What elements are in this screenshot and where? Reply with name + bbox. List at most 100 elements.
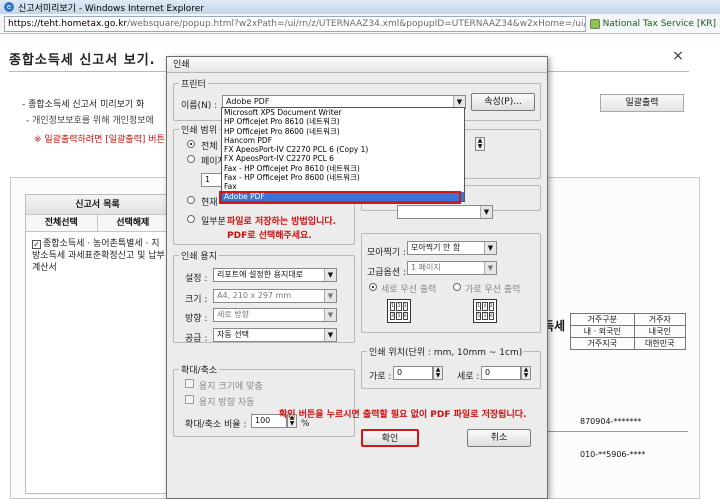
site-identity[interactable]: National Tax Service [KR] — [603, 19, 716, 29]
close-icon[interactable]: × — [670, 48, 686, 64]
pdf-note-line2: PDF로 선택해주세요. — [227, 231, 312, 241]
range-selection-radio[interactable] — [187, 215, 195, 223]
range-current-radio[interactable] — [187, 196, 195, 204]
paper-source-select[interactable]: 자동 선택 ▼ — [213, 328, 337, 342]
browser-title-bar: e 신고서미리보기 - Windows Internet Explorer — [0, 0, 720, 14]
paper-group-label: 인쇄 용지 — [179, 249, 219, 262]
paper-size-value: A4, 210 x 297 mm — [217, 291, 292, 300]
horizontal-first-radio[interactable] — [453, 283, 461, 291]
ok-button[interactable]: 확인 — [361, 429, 419, 447]
printer-select-value: Adobe PDF — [226, 97, 270, 106]
position-v-input[interactable]: 0 — [481, 366, 521, 380]
lock-icon[interactable] — [589, 18, 600, 29]
url-path: /websquare/popup.html?w2xPath=/ui/rn/z/U… — [127, 18, 585, 29]
chevron-down-icon[interactable]: ▼ — [480, 206, 492, 218]
vertical-first-radio[interactable] — [369, 283, 377, 291]
pdf-save-note: 확인 버튼을 누르시면 출력할 필요 없이 PDF 파일로 저장됩니다. — [279, 410, 527, 420]
url-host: https://teht.hometax.go.kr — [8, 18, 127, 29]
print-what-select[interactable]: ▼ — [397, 205, 493, 219]
range-selection-label: 일부분 — [201, 217, 226, 227]
list-item-label: 종합소득세 · 농어촌특별세 · 지방소득세 과세표준확정신고 및 납부계산서 — [32, 239, 165, 273]
phone-number: 010-**5906-**** — [580, 450, 646, 459]
range-pages-radio[interactable] — [187, 155, 195, 163]
printer-dropdown-list[interactable]: Microsoft XPS Document Writer HP Officej… — [221, 107, 465, 202]
report-list-header: 신고서 목록 — [26, 195, 169, 215]
notice-privacy: - 개인정보보호를 위해 개인정보에 — [26, 116, 154, 126]
position-h-spinner[interactable]: ▲ ▼ — [433, 366, 443, 380]
page-title: 종합소득세 신고서 보기. — [9, 53, 156, 68]
paper-source-label: 공급 : — [185, 334, 208, 344]
zoom-group-label: 확대/축소 — [179, 363, 220, 376]
position-v-label: 세로 : — [457, 372, 480, 382]
dialog-title: 인쇄 — [167, 57, 547, 73]
collate-value: 모아찍기 안 함 — [411, 243, 461, 252]
fit-orientation-checkbox[interactable] — [185, 395, 194, 404]
layout-horizontal-icon: 142536 — [473, 299, 497, 323]
position-h-label: 가로 : — [369, 372, 392, 382]
zoom-ratio-label: 확대/축소 비율 : — [185, 420, 247, 430]
deselect-button[interactable]: 선택해제 — [97, 215, 169, 231]
table-cell: 내국인 — [633, 325, 687, 338]
orientation-value: 세로 방향 — [217, 310, 249, 319]
url-input[interactable]: https://teht.hometax.go.kr/websquare/pop… — [4, 15, 586, 32]
batch-print-button[interactable]: 일괄출력 — [600, 94, 684, 112]
chevron-down-icon[interactable]: ▼ — [324, 329, 336, 341]
paper-setting-select[interactable]: 리포트에 설정한 용지대로 ▼ — [213, 268, 337, 282]
cancel-button[interactable]: 취소 — [467, 429, 531, 447]
range-current-label: 현재 — [201, 198, 218, 208]
chevron-down-icon[interactable]: ▼ — [324, 290, 336, 302]
table-cell: 거주자 — [633, 313, 687, 326]
orientation-select[interactable]: 세로 방향 ▼ — [213, 308, 337, 322]
paper-setting-value: 리포트에 설정한 용지대로 — [217, 270, 304, 279]
paper-size-select[interactable]: A4, 210 x 297 mm ▼ — [213, 289, 337, 303]
position-v-spinner[interactable]: ▲ ▼ — [521, 366, 531, 380]
horizontal-first-label: 가로 우선 출력 — [465, 285, 521, 295]
residency-table: 거주구분 거주자 내 · 외국인 내국인 거주지국 대한민국 — [570, 313, 687, 350]
advanced-select[interactable]: 1 페이지 ▼ — [407, 261, 497, 275]
pdf-note-line1: 파일로 저장하는 방법입니다. — [227, 217, 337, 227]
fit-paper-checkbox[interactable] — [185, 379, 194, 388]
vertical-first-label: 세로 우선 출력 — [381, 285, 437, 295]
dropdown-option[interactable]: Fax - HP Officejet Pro 8610 (네트워크) — [222, 164, 464, 173]
dropdown-option[interactable]: FX ApeosPort-IV C2270 PCL 6 — [222, 154, 464, 163]
dropdown-option[interactable]: HP Officejet Pro 8610 (네트워크) — [222, 117, 464, 126]
list-item[interactable]: ✓ 종합소득세 · 농어촌특별세 · 지방소득세 과세표준확정신고 및 납부계산서 — [26, 232, 169, 274]
range-all-label: 전체 — [201, 142, 218, 152]
advanced-label: 고급옵션 : — [367, 268, 407, 278]
collate-label: 모아찍기 : — [367, 248, 407, 258]
paper-source-value: 자동 선택 — [217, 330, 249, 339]
checkbox[interactable]: ✓ — [32, 240, 41, 249]
zoom-ratio-unit: % — [301, 419, 310, 429]
ie-logo-icon: e — [4, 2, 14, 12]
table-cell: 거주구분 — [570, 313, 635, 326]
notice-preview: - 종합소득세 신고서 미리보기 화 — [22, 100, 145, 110]
table-cell: 대한민국 — [633, 337, 687, 350]
dropdown-option[interactable]: Fax - HP Officejet Pro 8600 (네트워크) — [222, 173, 464, 182]
chevron-down-icon[interactable]: ▼ — [484, 262, 496, 274]
paper-setting-label: 설정 : — [185, 274, 208, 284]
printer-group-label: 프린터 — [179, 77, 208, 90]
collate-select[interactable]: 모아찍기 안 함 ▼ — [407, 241, 497, 255]
chevron-down-icon[interactable]: ▼ — [324, 309, 336, 321]
chevron-down-icon[interactable]: ▼ — [324, 269, 336, 281]
dropdown-option[interactable]: HP Officejet Pro 8600 (네트워크) — [222, 127, 464, 136]
table-cell: 내 · 외국인 — [570, 325, 635, 338]
select-all-button[interactable]: 전체선택 — [26, 215, 98, 231]
printer-properties-button[interactable]: 속성(P)... — [471, 93, 535, 111]
address-bar: https://teht.hometax.go.kr/websquare/pop… — [0, 14, 720, 34]
report-list-panel: 신고서 목록 전체선택 선택해제 ✓ 종합소득세 · 농어촌특별세 · 지방소득세… — [25, 194, 170, 494]
range-all-radio[interactable] — [187, 140, 195, 148]
chevron-down-icon[interactable]: ▼ — [484, 242, 496, 254]
dropdown-option[interactable]: Hancom PDF — [222, 136, 464, 145]
position-group-label: 인쇄 위치(단위 : mm, 10mm ~ 1cm) — [367, 345, 525, 358]
resident-number: 870904-******* — [580, 417, 642, 426]
window-title: 신고서미리보기 - Windows Internet Explorer — [18, 3, 205, 14]
dropdown-option[interactable]: Microsoft XPS Document Writer — [222, 108, 464, 117]
position-h-input[interactable]: 0 — [393, 366, 433, 380]
paper-size-label: 크기 : — [185, 295, 208, 305]
copies-spinner[interactable]: ▲ ▼ — [475, 137, 485, 151]
fit-paper-label: 용지 크기에 맞춤 — [199, 382, 263, 392]
dropdown-option[interactable]: FX ApeosPort-IV C2270 PCL 6 (Copy 1) — [222, 145, 464, 154]
notice-batch: ※ 일괄출력하려면 [일괄출력] 버튼 — [34, 135, 165, 145]
orientation-label: 방향 : — [185, 314, 208, 324]
